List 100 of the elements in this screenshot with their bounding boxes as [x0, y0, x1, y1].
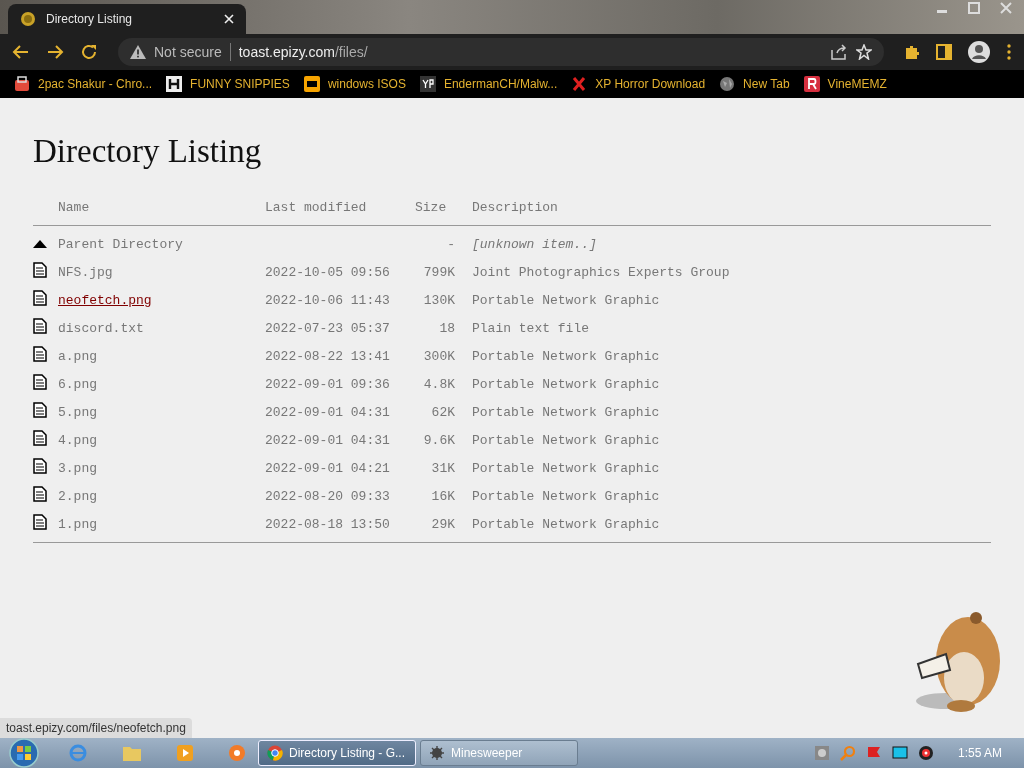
- bookmark[interactable]: 2pac Shakur - Chro...: [14, 76, 153, 92]
- clock[interactable]: 1:55 AM: [957, 746, 1002, 760]
- file-link[interactable]: 4.png: [58, 432, 97, 448]
- monitor-icon[interactable]: [891, 745, 908, 761]
- maximize-icon[interactable]: [968, 2, 980, 14]
- file-icon: [33, 402, 47, 418]
- file-description: Portable Network Graphic: [472, 516, 660, 532]
- modified-date: 2022-10-05 09:56: [265, 264, 390, 280]
- file-size: 9.6K: [423, 432, 455, 448]
- file-description: Plain text file: [472, 320, 590, 336]
- column-header[interactable]: Name: [58, 199, 90, 215]
- speaker-icon[interactable]: [917, 745, 934, 761]
- forward-icon[interactable]: [46, 43, 64, 61]
- media-player-icon[interactable]: [176, 744, 194, 762]
- file-link[interactable]: 1.png: [58, 516, 97, 532]
- file-description: Portable Network Graphic: [472, 460, 660, 476]
- column-header[interactable]: Description: [472, 199, 558, 215]
- bookmark[interactable]: EndermanCH/Malw...: [419, 76, 558, 92]
- bookmark-icon: [571, 76, 588, 92]
- file-description: Portable Network Graphic: [472, 376, 660, 392]
- file-icon: [33, 458, 47, 474]
- security-label: Not secure: [154, 44, 222, 60]
- bookmark-icon: [166, 76, 183, 92]
- modified-date: 2022-08-20 09:33: [265, 488, 390, 504]
- file-size: 300K: [423, 348, 455, 364]
- modified-date: 2022-08-22 13:41: [265, 348, 390, 364]
- bookmark[interactable]: XP Horror Download: [571, 76, 706, 92]
- modified-date: 2022-10-06 11:43: [265, 292, 390, 308]
- file-description: Portable Network Graphic: [472, 348, 660, 364]
- modified-date: 2022-09-01 04:31: [265, 432, 390, 448]
- file-icon: [33, 430, 47, 446]
- file-size: 18: [439, 320, 455, 336]
- page-heading: Directory Listing: [33, 133, 263, 170]
- file-size: 31K: [431, 460, 455, 476]
- file-link[interactable]: 6.png: [58, 376, 97, 392]
- file-link[interactable]: 2.png: [58, 488, 97, 504]
- browser-tab[interactable]: Directory Listing: [8, 4, 246, 34]
- file-link[interactable]: a.png: [58, 348, 97, 364]
- file-size: 62K: [431, 404, 455, 420]
- column-header[interactable]: Size: [415, 199, 447, 215]
- start-button[interactable]: [6, 738, 42, 768]
- back-icon[interactable]: [12, 43, 30, 61]
- star-icon[interactable]: [856, 44, 872, 60]
- mine-icon: [429, 745, 445, 761]
- file-size: 130K: [423, 292, 455, 308]
- file-icon: [33, 318, 47, 334]
- file-description: Joint Photographics Experts Group: [472, 264, 730, 280]
- file-icon: [33, 346, 47, 362]
- reload-icon[interactable]: [80, 43, 98, 61]
- file-link[interactable]: 3.png: [58, 460, 97, 476]
- file-link[interactable]: Parent Directory: [58, 236, 183, 252]
- status-tooltip: toast.epizy.com/files/neofetch.png: [0, 718, 192, 738]
- modified-date: 2022-08-18 13:50: [265, 516, 390, 532]
- file-link[interactable]: discord.txt: [58, 320, 144, 336]
- chrome-icon: [267, 745, 283, 761]
- bookmark-icon: [419, 76, 436, 92]
- bookmark[interactable]: windows ISOS: [303, 76, 406, 92]
- tab-title: Directory Listing: [46, 12, 134, 26]
- file-icon: [33, 262, 47, 278]
- bookmark[interactable]: VineMEMZ: [803, 76, 887, 92]
- file-icon: [33, 514, 47, 530]
- file-icon: [33, 374, 47, 390]
- close-icon[interactable]: [224, 14, 234, 24]
- bookmark[interactable]: New Tab: [719, 76, 790, 92]
- taskbar-button[interactable]: Directory Listing - G...: [258, 740, 416, 766]
- share-icon[interactable]: [830, 44, 848, 60]
- file-link[interactable]: neofetch.png: [58, 292, 152, 308]
- menu-icon[interactable]: [1006, 43, 1012, 61]
- warning-icon: [130, 45, 146, 59]
- file-size: 29K: [431, 516, 455, 532]
- bookmark-icon: [14, 76, 30, 92]
- file-description: [unknown item..]: [472, 236, 597, 252]
- file-description: Portable Network Graphic: [472, 292, 660, 308]
- file-link[interactable]: NFS.jpg: [58, 264, 113, 280]
- column-header[interactable]: Last modified: [265, 199, 367, 215]
- url-text: toast.epizy.com/files/: [238, 44, 368, 60]
- app-icon[interactable]: [228, 744, 246, 762]
- file-icon: [33, 290, 47, 306]
- taskbar-button[interactable]: Minesweeper: [420, 740, 578, 766]
- side-panel-icon[interactable]: [936, 44, 952, 60]
- tray-app-icon[interactable]: [813, 745, 830, 761]
- file-icon: [33, 486, 47, 502]
- bookmark[interactable]: FUNNY SNIPPIES: [166, 76, 290, 92]
- puzzle-icon[interactable]: [904, 44, 920, 60]
- modified-date: 2022-09-01 04:21: [265, 460, 390, 476]
- profile-icon[interactable]: [968, 41, 990, 63]
- modified-date: 2022-09-01 04:31: [265, 404, 390, 420]
- file-size: 16K: [431, 488, 455, 504]
- file-size: -: [447, 236, 455, 252]
- file-size: 799K: [423, 264, 455, 280]
- bookmark-icon: [719, 76, 736, 92]
- bookmark-icon: [303, 76, 320, 92]
- bookmark-icon: [803, 76, 820, 92]
- file-description: Portable Network Graphic: [472, 404, 660, 420]
- file-description: Portable Network Graphic: [472, 488, 660, 504]
- file-link[interactable]: 5.png: [58, 404, 97, 420]
- file-size: 4.8K: [423, 376, 455, 392]
- file-description: Portable Network Graphic: [472, 432, 660, 448]
- modified-date: 2022-09-01 09:36: [265, 376, 390, 392]
- address-bar[interactable]: Not secure toast.epizy.com/files/: [118, 38, 884, 66]
